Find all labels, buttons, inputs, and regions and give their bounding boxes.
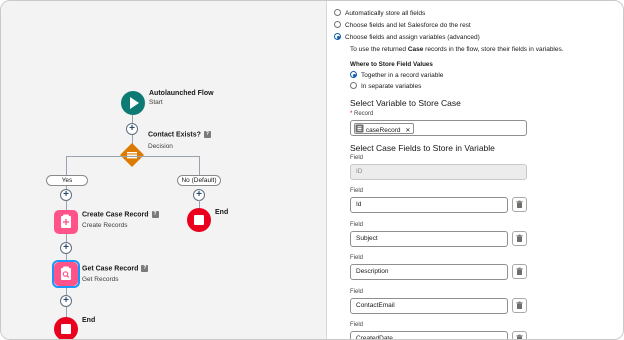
radio-button[interactable] (334, 9, 341, 16)
branch-connector (66, 156, 200, 157)
info-icon[interactable]: ? (141, 265, 149, 272)
play-icon (130, 97, 139, 109)
trash-icon (516, 301, 523, 309)
select-variable-heading: Select Variable to Store Case (350, 98, 461, 108)
connector (199, 200, 200, 208)
field-label: Field (350, 289, 364, 295)
field-input[interactable]: CreatedDate (350, 331, 508, 339)
start-node-subtitle: Start (149, 99, 163, 106)
record-label: * Record (350, 111, 374, 117)
trash-icon (516, 334, 523, 339)
field-label: Field (350, 222, 364, 228)
get-record-node[interactable] (54, 262, 78, 286)
decision-icon (120, 143, 144, 167)
field-input[interactable]: Subject (350, 231, 508, 247)
option-separate-variables[interactable]: In separate variables (350, 82, 421, 92)
field-label: Field (350, 255, 364, 261)
radio-button[interactable] (350, 82, 357, 89)
add-element-button[interactable]: + (60, 295, 72, 307)
field-label: Field (350, 322, 364, 328)
get-node-title: Get Case Record? (82, 265, 149, 273)
start-node-title: Autolaunched Flow (149, 90, 214, 97)
decision-node-subtitle: Decision (148, 143, 173, 150)
help-text: To use the returned Case records in the … (350, 46, 564, 53)
field-label: Field (350, 188, 364, 194)
where-to-store-label: Where to Store Field Values (350, 61, 433, 68)
end-node-bottom[interactable] (54, 317, 78, 339)
end-node-right[interactable] (187, 208, 211, 232)
record-pill: caseRecord ✕ (354, 123, 415, 134)
trash-icon (516, 234, 523, 242)
trash-icon (516, 200, 523, 208)
decision-node-title: Contact Exists?? (148, 131, 211, 139)
trash-icon (516, 267, 523, 275)
delete-field-button[interactable] (512, 231, 527, 246)
field-label: Field (350, 155, 364, 161)
flow-canvas: Autolaunched Flow Start + Contact Exists… (1, 1, 327, 339)
add-element-button[interactable]: + (126, 123, 138, 135)
option-store-all[interactable]: Automatically store all fields (334, 9, 425, 19)
option-choose-fields-auto[interactable]: Choose fields and let Salesforce do the … (334, 21, 471, 31)
record-lookup-input[interactable]: caseRecord ✕ (350, 120, 527, 136)
add-element-button[interactable]: + (60, 189, 72, 201)
field-input[interactable]: Id (350, 197, 508, 213)
get-records-icon (61, 266, 71, 280)
decision-node[interactable] (120, 143, 144, 167)
variable-icon (355, 124, 364, 133)
get-node-subtitle: Get Records (82, 276, 119, 283)
option-record-variable[interactable]: Together in a record variable (350, 71, 443, 81)
delete-field-button[interactable] (512, 264, 527, 279)
radio-button-selected[interactable] (350, 71, 357, 78)
option-choose-fields-advanced[interactable]: Choose fields and assign variables (adva… (334, 33, 480, 43)
end-node-label: End (82, 317, 96, 324)
create-record-node[interactable] (54, 210, 78, 234)
create-records-icon (61, 214, 71, 228)
end-node-label: End (215, 209, 229, 216)
record-pill-label: caseRecord (365, 127, 401, 134)
create-node-title: Create Case Record? (82, 211, 159, 219)
branch-label-yes: Yes (46, 175, 88, 186)
field-input[interactable]: Description (350, 264, 508, 280)
info-icon[interactable]: ? (151, 211, 159, 218)
start-node[interactable] (121, 91, 145, 115)
remove-icon[interactable]: ✕ (405, 128, 410, 134)
select-fields-heading: Select Case Fields to Store in Variable (350, 143, 495, 153)
properties-panel: Automatically store all fields Choose fi… (328, 1, 623, 339)
radio-button[interactable] (334, 21, 341, 28)
add-element-button[interactable]: + (60, 242, 72, 254)
delete-field-button[interactable] (512, 197, 527, 212)
info-icon[interactable]: ? (203, 131, 211, 138)
radio-button-selected[interactable] (334, 33, 341, 40)
app-frame: Autolaunched Flow Start + Contact Exists… (0, 0, 624, 340)
create-node-subtitle: Create Records (82, 222, 128, 229)
field-input[interactable]: ContactEmail (350, 298, 508, 314)
branch-label-default: No (Default) (177, 175, 221, 186)
delete-field-button[interactable] (512, 331, 527, 339)
delete-field-button[interactable] (512, 298, 527, 313)
field-input-disabled: ID (350, 164, 527, 180)
